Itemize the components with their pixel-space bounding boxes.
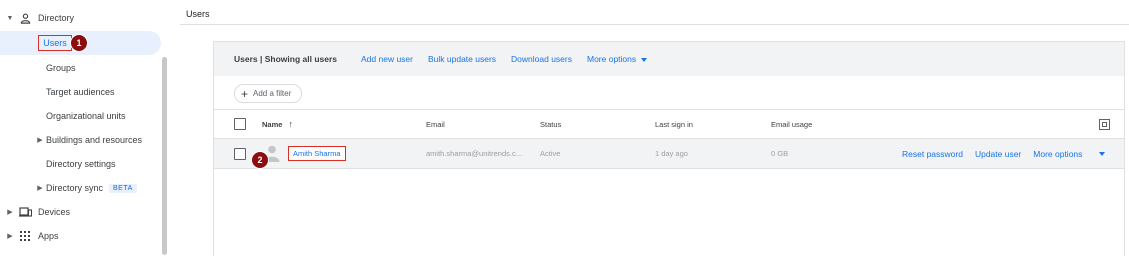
update-user-button[interactable]: Update user bbox=[975, 149, 1021, 159]
toolbar-title: Users | Showing all users bbox=[234, 54, 337, 64]
user-email: amith.sharma@unitrends.c... bbox=[426, 149, 522, 158]
column-settings-icon[interactable] bbox=[1099, 110, 1110, 138]
row-checkbox[interactable] bbox=[234, 147, 246, 160]
bulk-update-users-button[interactable]: Bulk update users bbox=[428, 54, 496, 64]
sidebar-item-label: Groups bbox=[46, 63, 76, 73]
more-options-button[interactable]: More options bbox=[586, 54, 648, 64]
step-badge-1: 1 bbox=[70, 34, 88, 52]
sidebar-item-users[interactable]: Users bbox=[38, 35, 72, 51]
more-options-label: More options bbox=[586, 54, 637, 64]
sidebar-item-buildings-and-resources[interactable]: ▶ Buildings and resources bbox=[34, 128, 142, 152]
apps-grid-icon bbox=[18, 231, 32, 241]
header-name-label: Name bbox=[262, 119, 283, 129]
user-name-link[interactable]: Amith Sharma bbox=[288, 146, 346, 161]
sidebar-item-label: Directory settings bbox=[46, 159, 116, 169]
select-all-cell bbox=[234, 110, 246, 138]
user-status: Active bbox=[540, 149, 561, 158]
select-all-checkbox[interactable] bbox=[234, 118, 246, 130]
sidebar-item-directory-sync[interactable]: ▶ Directory sync BETA bbox=[34, 176, 137, 200]
sidebar-item-label: Apps bbox=[38, 231, 59, 241]
sidebar-item-groups[interactable]: Groups bbox=[46, 56, 76, 80]
caret-down-icon bbox=[641, 57, 648, 62]
filter-row: + Add a filter bbox=[214, 76, 1124, 110]
header-last-sign-in[interactable]: Last sign in bbox=[655, 110, 693, 138]
row-actions: Reset password Update user More options bbox=[902, 139, 1117, 168]
person-icon bbox=[18, 13, 32, 24]
sidebar-item-label: Target audiences bbox=[46, 87, 115, 97]
chevron-right-icon: ▶ bbox=[37, 137, 43, 144]
table-row[interactable]: 2 Amith Sharma amith.sharma@unitrends.c.… bbox=[214, 139, 1124, 169]
user-last-sign-in: 1 day ago bbox=[655, 149, 688, 158]
sidebar-item-label: Directory sync bbox=[46, 183, 104, 193]
sidebar-item-label: Buildings and resources bbox=[46, 135, 143, 145]
header-email-usage[interactable]: Email usage bbox=[771, 110, 812, 138]
plus-icon: + bbox=[241, 86, 249, 101]
add-filter-label: Add a filter bbox=[253, 89, 292, 98]
header-divider bbox=[180, 24, 1129, 25]
sidebar-item-apps[interactable]: ▶ Apps bbox=[4, 224, 59, 248]
sort-arrow-up-icon: ↑ bbox=[288, 119, 293, 129]
sidebar-item-organizational-units[interactable]: Organizational units bbox=[46, 104, 126, 128]
header-status[interactable]: Status bbox=[540, 110, 561, 138]
add-filter-button[interactable]: + Add a filter bbox=[234, 84, 303, 103]
sidebar-item-directory-settings[interactable]: Directory settings bbox=[46, 152, 116, 176]
header-email[interactable]: Email bbox=[426, 110, 445, 138]
table-header: Name ↑ Email Status Last sign in Email u… bbox=[214, 110, 1124, 139]
sidebar-scrollbar[interactable] bbox=[162, 57, 167, 255]
users-card: Users | Showing all users Add new user B… bbox=[213, 41, 1125, 256]
page-title: Users bbox=[186, 9, 210, 19]
sidebar-item-label: Directory bbox=[38, 13, 75, 23]
devices-icon bbox=[18, 207, 32, 217]
sidebar-item-label: Devices bbox=[38, 207, 71, 217]
download-users-button[interactable]: Download users bbox=[511, 54, 572, 64]
header-name[interactable]: Name ↑ bbox=[262, 110, 293, 138]
reset-password-button[interactable]: Reset password bbox=[902, 149, 963, 159]
sidebar-item-label: Organizational units bbox=[46, 111, 126, 121]
users-toolbar: Users | Showing all users Add new user B… bbox=[214, 42, 1124, 76]
sidebar-item-devices[interactable]: ▶ Devices bbox=[4, 200, 70, 224]
row-more-options-button[interactable]: More options bbox=[1033, 149, 1117, 159]
sidebar: ▼ Directory Users 1 Groups Target audien… bbox=[0, 0, 170, 255]
sidebar-item-directory[interactable]: ▼ Directory bbox=[4, 6, 74, 30]
caret-down-icon bbox=[1099, 152, 1106, 157]
row-select-cell bbox=[234, 139, 246, 168]
sidebar-item-target-audiences[interactable]: Target audiences bbox=[46, 80, 115, 104]
beta-badge: BETA bbox=[109, 183, 137, 193]
step-badge-2: 2 bbox=[251, 151, 269, 169]
row-more-options-label: More options bbox=[1033, 148, 1083, 159]
chevron-right-icon: ▶ bbox=[37, 185, 43, 192]
add-new-user-button[interactable]: Add new user bbox=[361, 54, 413, 64]
chevron-right-icon: ▶ bbox=[7, 209, 13, 216]
chevron-down-icon: ▼ bbox=[6, 14, 14, 22]
sidebar-item-label: Users bbox=[43, 38, 67, 48]
chevron-right-icon: ▶ bbox=[7, 233, 13, 240]
user-email-usage: 0 GB bbox=[771, 149, 789, 158]
